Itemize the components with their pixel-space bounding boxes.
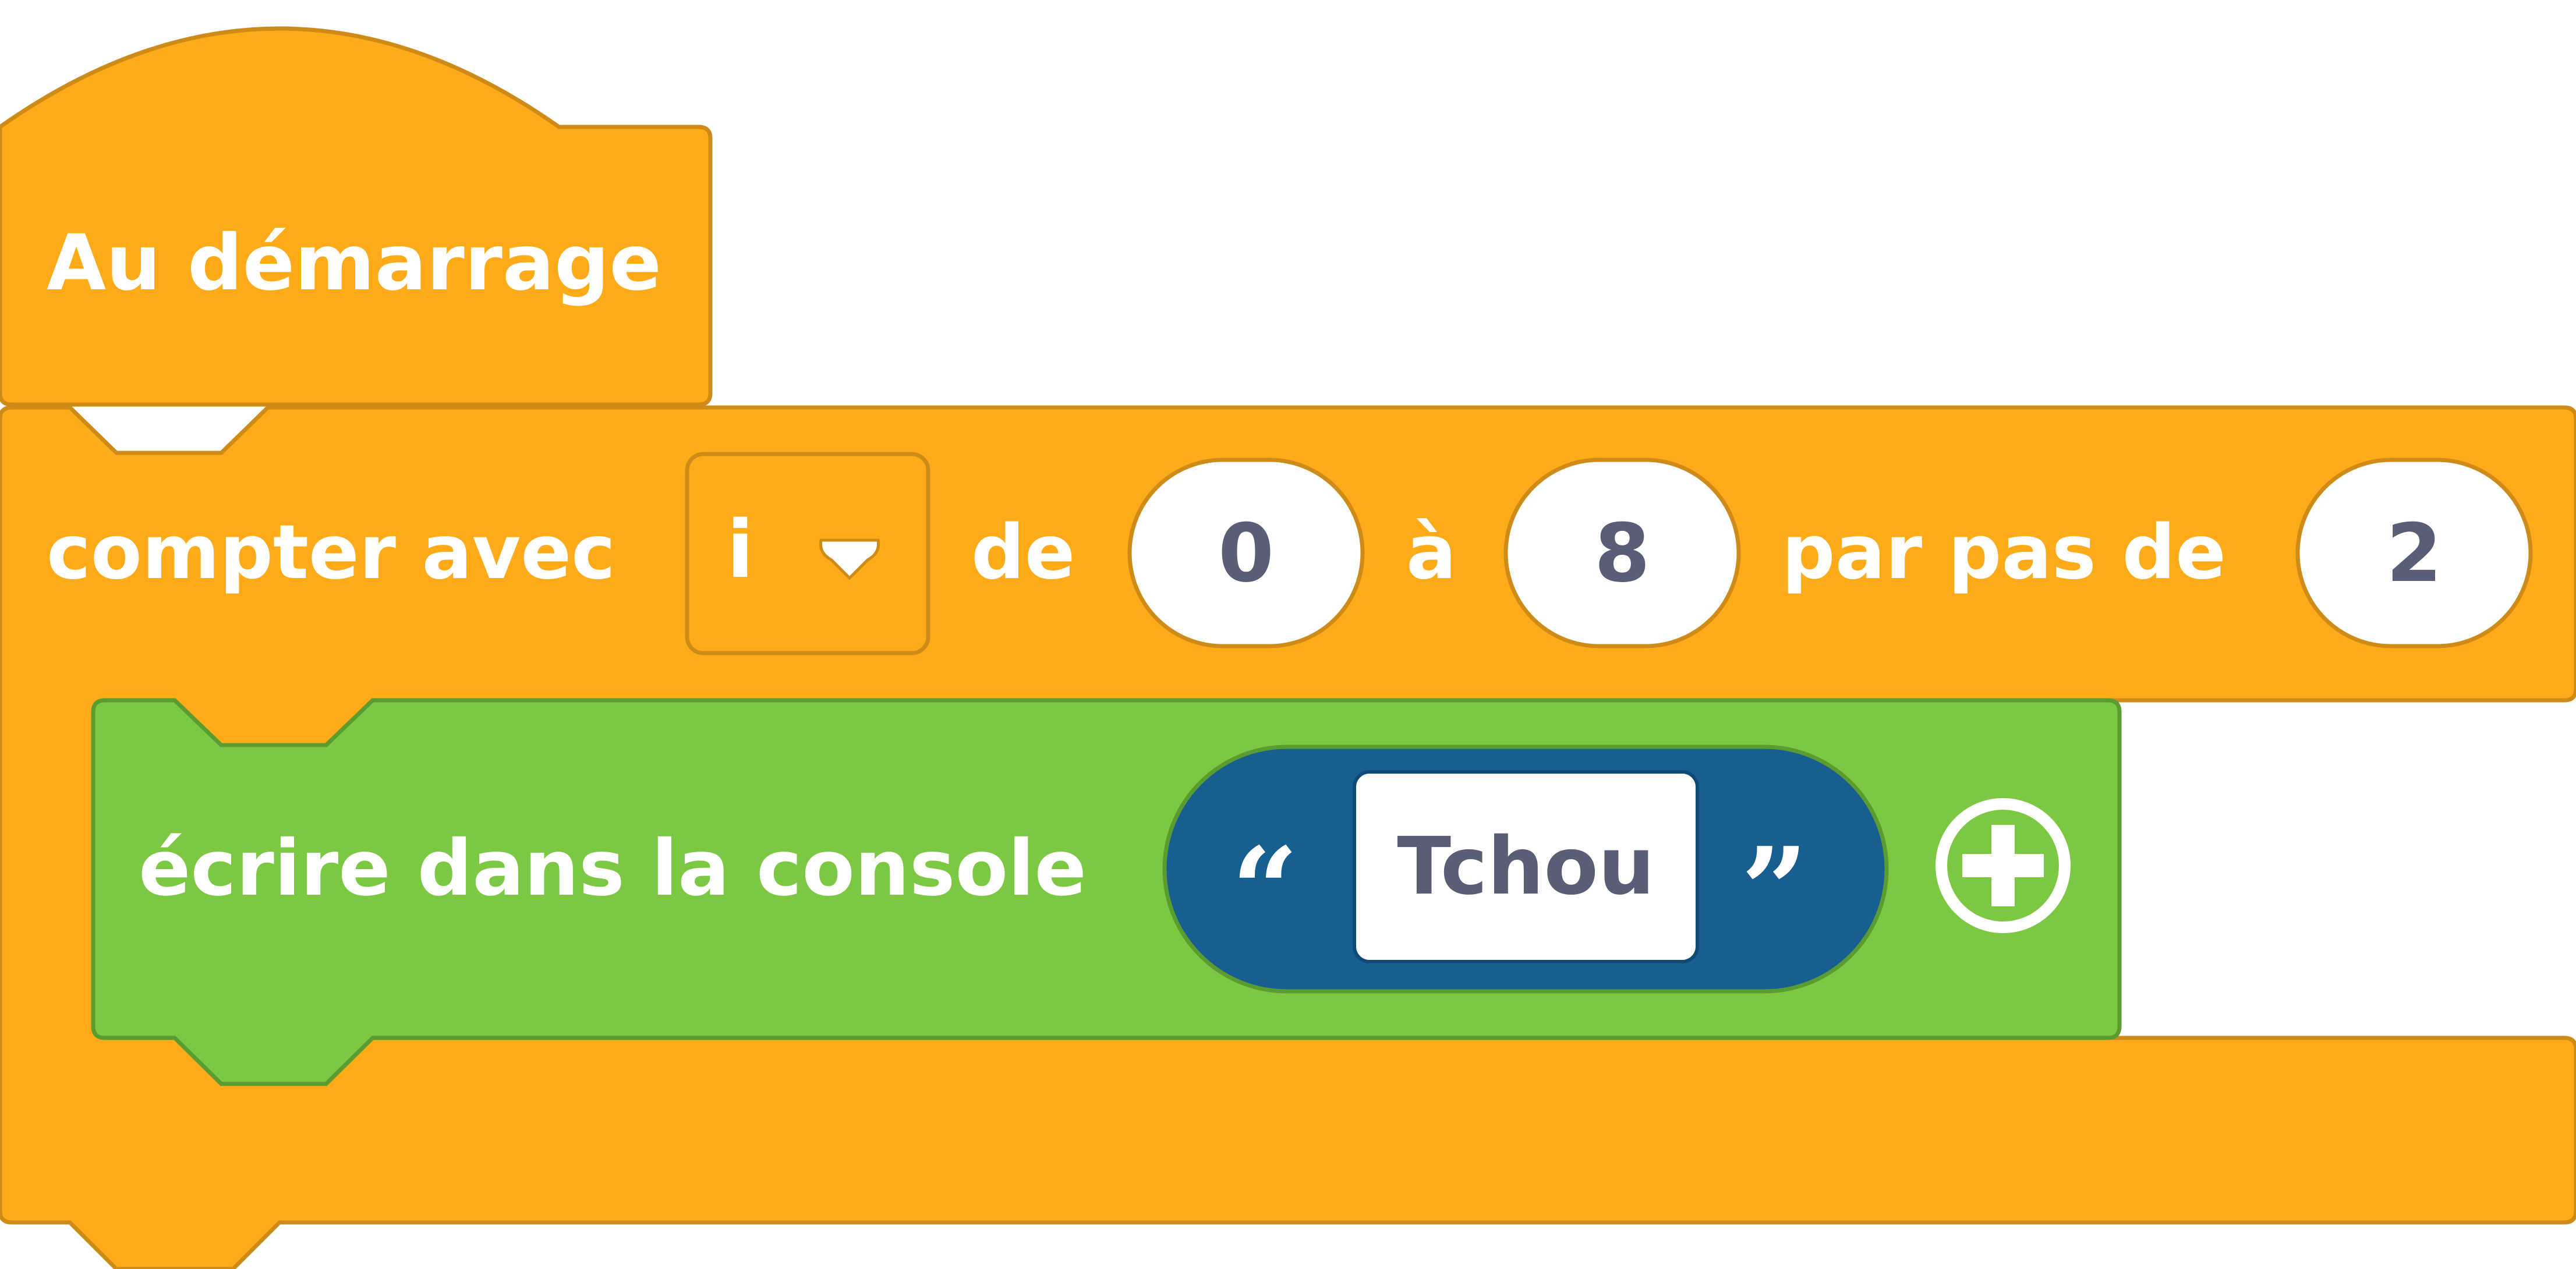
close-quote-icon: ”	[1741, 822, 1809, 959]
count-with-label: compter avec	[47, 509, 615, 596]
block-workspace: Au démarrage compter avec i de 0 à 8 par…	[0, 0, 2576, 1269]
console-log-label: écrire dans la console	[139, 824, 1087, 913]
variable-dropdown[interactable]	[685, 452, 930, 655]
start-hat-block[interactable]	[0, 26, 713, 407]
text-value-input[interactable]: Tchou	[1354, 772, 1697, 962]
from-value-input[interactable]: 0	[1130, 460, 1363, 646]
from-label: de	[971, 509, 1075, 596]
step-label: par pas de	[1782, 509, 2226, 596]
variable-name[interactable]: i	[727, 511, 754, 590]
to-label: à	[1406, 509, 1457, 596]
open-quote-icon: “	[1232, 822, 1299, 959]
step-value-input[interactable]: 2	[2298, 460, 2531, 646]
to-value-input[interactable]: 8	[1506, 460, 1739, 646]
start-hat-label: Au démarrage	[47, 218, 661, 308]
